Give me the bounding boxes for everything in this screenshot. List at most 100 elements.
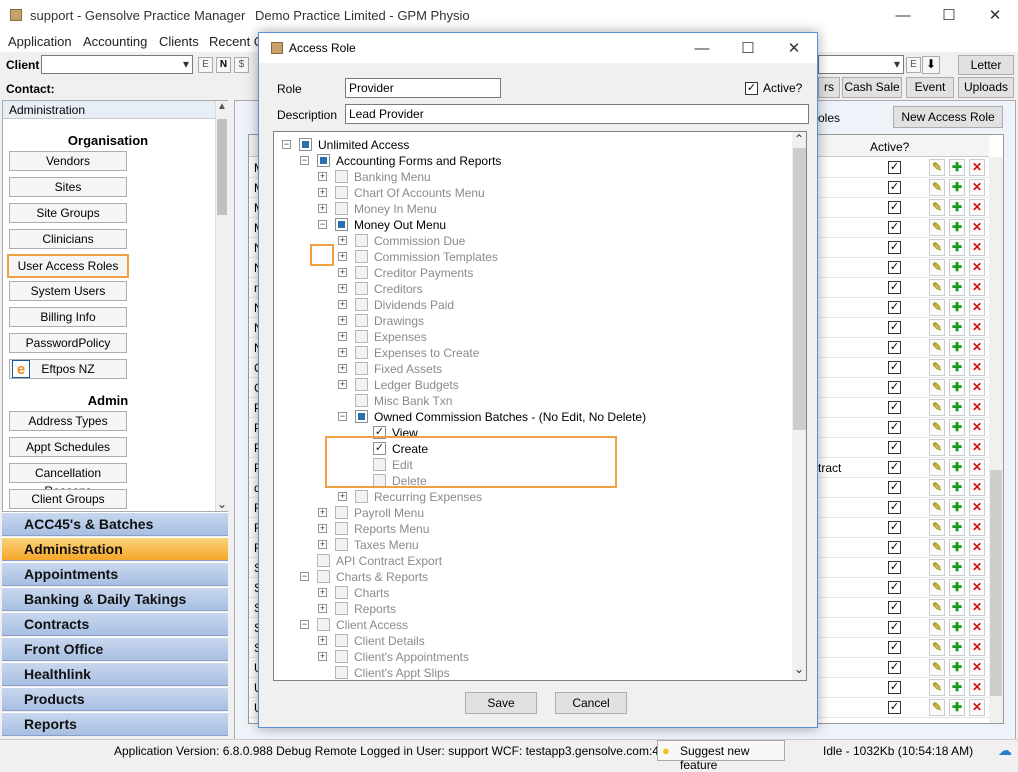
add-plus-icon[interactable]: ✚ (949, 339, 965, 356)
tree-checkbox[interactable] (355, 410, 368, 423)
grid-active-checkbox[interactable]: ✓ (888, 701, 901, 714)
delete-x-icon[interactable]: ✕ (969, 419, 985, 436)
expand-icon[interactable]: + (318, 204, 327, 213)
collapse-icon[interactable]: − (300, 620, 309, 629)
tree-checkbox[interactable] (355, 266, 368, 279)
delete-x-icon[interactable]: ✕ (969, 339, 985, 356)
active-checkbox[interactable]: ✓ (745, 82, 758, 95)
nav-bar-banking[interactable]: Banking & Daily Takings (2, 587, 228, 611)
add-plus-icon[interactable]: ✚ (949, 679, 965, 696)
delete-x-icon[interactable]: ✕ (969, 179, 985, 196)
edit-pencil-icon[interactable]: ✎ (929, 699, 945, 716)
tree-checkbox[interactable] (355, 378, 368, 391)
delete-x-icon[interactable]: ✕ (969, 299, 985, 316)
edit-pencil-icon[interactable]: ✎ (929, 399, 945, 416)
add-plus-icon[interactable]: ✚ (949, 659, 965, 676)
grid-active-checkbox[interactable]: ✓ (888, 401, 901, 414)
cash-sale-button[interactable]: Cash Sale (842, 77, 902, 98)
add-plus-icon[interactable]: ✚ (949, 619, 965, 636)
expand-icon[interactable]: + (338, 380, 347, 389)
add-plus-icon[interactable]: ✚ (949, 379, 965, 396)
grid-active-checkbox[interactable]: ✓ (888, 661, 901, 674)
collapse-icon[interactable]: − (300, 156, 309, 165)
tree-checkbox[interactable] (317, 154, 330, 167)
tree-checkbox[interactable] (355, 250, 368, 263)
grid-active-checkbox[interactable]: ✓ (888, 341, 901, 354)
client-e-button[interactable]: E (198, 57, 213, 73)
left-scrollbar-thumb[interactable] (217, 119, 227, 215)
menu-recent[interactable]: Recent C (209, 34, 263, 49)
client-n-button[interactable]: N (216, 57, 231, 73)
add-plus-icon[interactable]: ✚ (949, 239, 965, 256)
grid-active-checkbox[interactable]: ✓ (888, 441, 901, 454)
edit-pencil-icon[interactable]: ✎ (929, 499, 945, 516)
add-plus-icon[interactable]: ✚ (949, 399, 965, 416)
edit-pencil-icon[interactable]: ✎ (929, 599, 945, 616)
edit-pencil-icon[interactable]: ✎ (929, 519, 945, 536)
grid-scrollbar-thumb[interactable] (990, 470, 1002, 696)
tree-checkbox[interactable] (335, 586, 348, 599)
cancel-button[interactable]: Cancel (555, 692, 627, 714)
grid-active-checkbox[interactable]: ✓ (888, 301, 901, 314)
add-plus-icon[interactable]: ✚ (949, 179, 965, 196)
grid-active-checkbox[interactable]: ✓ (888, 181, 901, 194)
tree-checkbox[interactable] (317, 554, 330, 567)
nav-bar-administration[interactable]: Administration (2, 537, 228, 561)
grid-active-checkbox[interactable]: ✓ (888, 561, 901, 574)
download-icon[interactable]: ⬇ (922, 56, 940, 74)
tree-checkbox[interactable] (355, 362, 368, 375)
collapse-icon[interactable]: − (318, 220, 327, 229)
edit-pencil-icon[interactable]: ✎ (929, 339, 945, 356)
minimize-button[interactable]: — (880, 0, 926, 32)
expand-icon[interactable]: + (318, 652, 327, 661)
tree-checkbox[interactable] (299, 138, 312, 151)
edit-pencil-icon[interactable]: ✎ (929, 539, 945, 556)
expand-icon[interactable]: + (338, 492, 347, 501)
cancellation-reasons-button[interactable]: Cancellation Reasons (9, 463, 127, 498)
eftpos-nz-button[interactable]: e Eftpos NZ (9, 359, 127, 379)
edit-pencil-icon[interactable]: ✎ (929, 379, 945, 396)
client-groups-button[interactable]: Client Groups (9, 489, 127, 509)
edit-pencil-icon[interactable]: ✎ (929, 279, 945, 296)
tree-scroll-down-icon[interactable]: ⌄ (794, 662, 804, 676)
tree-scroll-up-icon[interactable]: ⌃ (794, 132, 804, 146)
expand-icon[interactable]: + (338, 300, 347, 309)
grid-active-checkbox[interactable]: ✓ (888, 361, 901, 374)
right-combo[interactable]: ▾ (818, 55, 904, 74)
edit-pencil-icon[interactable]: ✎ (929, 219, 945, 236)
menu-application[interactable]: Application (8, 34, 72, 49)
system-users-button[interactable]: System Users (9, 281, 127, 301)
delete-x-icon[interactable]: ✕ (969, 279, 985, 296)
edit-pencil-icon[interactable]: ✎ (929, 439, 945, 456)
expand-icon[interactable]: + (338, 332, 347, 341)
description-input[interactable]: Lead Provider (345, 104, 809, 124)
tree-checkbox[interactable] (335, 506, 348, 519)
add-plus-icon[interactable]: ✚ (949, 319, 965, 336)
add-plus-icon[interactable]: ✚ (949, 539, 965, 556)
edit-pencil-icon[interactable]: ✎ (929, 479, 945, 496)
grid-active-checkbox[interactable]: ✓ (888, 641, 901, 654)
collapse-icon[interactable]: − (300, 572, 309, 581)
grid-active-checkbox[interactable]: ✓ (888, 601, 901, 614)
collapse-icon[interactable]: − (338, 412, 347, 421)
add-plus-icon[interactable]: ✚ (949, 259, 965, 276)
grid-active-checkbox[interactable]: ✓ (888, 541, 901, 554)
add-plus-icon[interactable]: ✚ (949, 559, 965, 576)
tree-checkbox[interactable] (317, 618, 330, 631)
password-policy-button[interactable]: PasswordPolicy (9, 333, 127, 353)
delete-x-icon[interactable]: ✕ (969, 699, 985, 716)
client-dollar-button[interactable]: $ (234, 57, 249, 73)
delete-x-icon[interactable]: ✕ (969, 639, 985, 656)
delete-x-icon[interactable]: ✕ (969, 379, 985, 396)
tree-checkbox[interactable] (355, 394, 368, 407)
grid-active-checkbox[interactable]: ✓ (888, 681, 901, 694)
add-plus-icon[interactable]: ✚ (949, 519, 965, 536)
delete-x-icon[interactable]: ✕ (969, 479, 985, 496)
collapse-icon[interactable]: − (282, 140, 291, 149)
dialog-maximize-button[interactable]: ☐ (725, 33, 771, 65)
tree-checkbox[interactable] (317, 570, 330, 583)
tree-checkbox[interactable] (355, 282, 368, 295)
vendors-button[interactable]: Vendors (9, 151, 127, 171)
delete-x-icon[interactable]: ✕ (969, 679, 985, 696)
grid-active-checkbox[interactable]: ✓ (888, 241, 901, 254)
